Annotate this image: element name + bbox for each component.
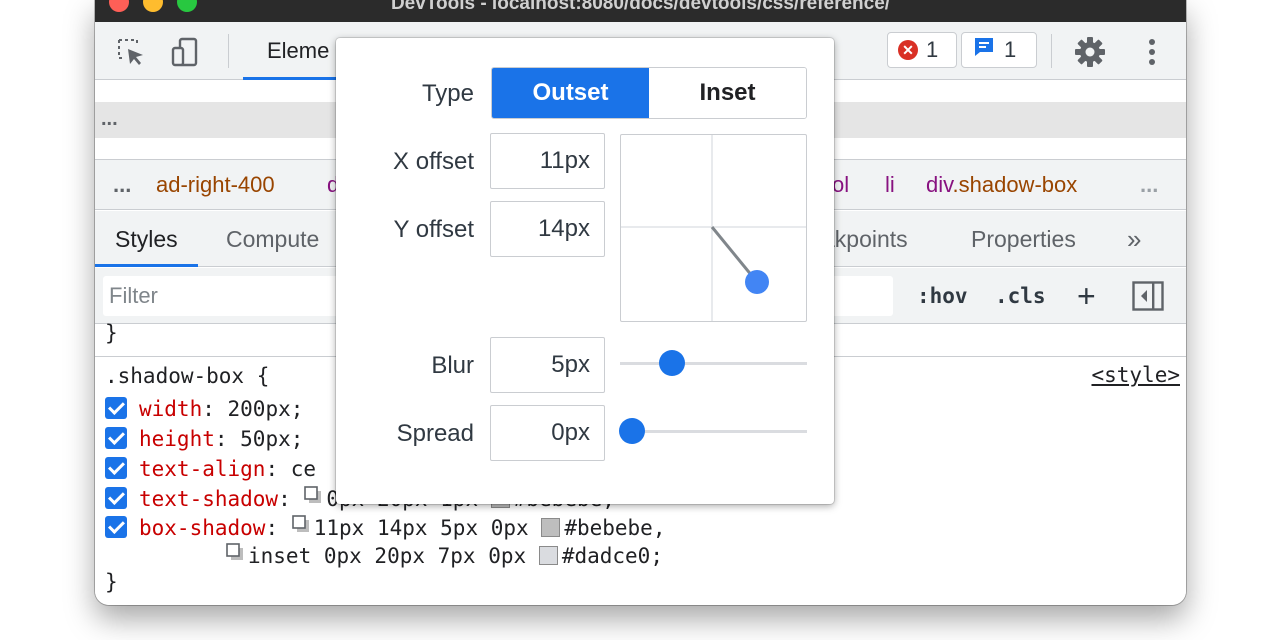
message-icon [972, 35, 996, 65]
property-value[interactable]: ce [291, 457, 316, 481]
breadcrumb-class: .shadow-box [952, 172, 1078, 197]
tab-styles[interactable]: Styles [95, 211, 198, 267]
declaration-checkbox[interactable] [105, 397, 127, 419]
toolbar-separator [1051, 34, 1052, 68]
property-name[interactable]: width [139, 397, 202, 421]
x-offset-input[interactable]: 11px [490, 133, 605, 189]
more-tabs-chevron-icon[interactable]: » [1127, 211, 1141, 267]
errors-count: 1 [926, 37, 939, 62]
blur-label: Blur [431, 352, 474, 379]
y-offset-input[interactable]: 14px [490, 201, 605, 257]
errors-badge[interactable]: ✕ 1 [887, 32, 957, 68]
y-offset-label: Y offset [393, 216, 474, 243]
blur-slider[interactable] [620, 362, 807, 365]
color-swatch[interactable] [541, 517, 561, 537]
tab-dom-breakpoints[interactable]: akpoints [822, 211, 908, 267]
property-value[interactable]: inset 0px 20px 7px 0px [248, 544, 526, 568]
shadow-type-toggle: Outset Inset [491, 67, 807, 119]
previous-rule-close: } [105, 321, 118, 345]
breadcrumb-item-ad-right[interactable]: ad-right-400 [156, 160, 275, 210]
shadow-editor-icon[interactable] [225, 541, 245, 570]
property-value[interactable]: 11px 14px 5px 0px [314, 516, 529, 540]
property-name[interactable]: height [139, 427, 215, 451]
declaration-width[interactable]: width: 200px; [105, 395, 303, 424]
declaration-text-align[interactable]: text-align: ce [105, 455, 316, 484]
outset-button[interactable]: Outset [492, 68, 649, 118]
kebab-menu-icon[interactable] [1147, 38, 1157, 71]
offset-handle [745, 270, 769, 294]
blur-input[interactable]: 5px [490, 337, 605, 393]
messages-badge[interactable]: 1 [961, 32, 1037, 68]
offset-vector-pad[interactable] [620, 134, 807, 322]
breadcrumb-leading-ellipsis[interactable]: ... [113, 160, 131, 210]
declaration-checkbox[interactable] [105, 516, 127, 538]
class-toggle[interactable]: .cls [995, 276, 1046, 316]
property-name[interactable]: box-shadow [139, 516, 265, 540]
new-style-rule-button[interactable]: + [1077, 276, 1096, 316]
device-toolbar-icon[interactable] [169, 36, 201, 73]
property-name[interactable]: text-align [139, 457, 265, 481]
messages-count: 1 [1004, 37, 1017, 62]
title-bar: DevTools - localhost:8080/docs/devtools/… [95, 0, 1186, 22]
error-icon: ✕ [898, 40, 918, 60]
hover-state-toggle[interactable]: :hov [917, 276, 968, 316]
color-swatch[interactable] [538, 545, 558, 565]
spread-slider[interactable] [620, 430, 807, 433]
settings-gear-icon[interactable] [1073, 35, 1107, 74]
inset-button[interactable]: Inset [649, 68, 806, 118]
breadcrumb-item-ol[interactable]: ol [832, 160, 849, 210]
breadcrumb-tag: div [926, 172, 953, 197]
spread-input[interactable]: 0px [490, 405, 605, 461]
declaration-checkbox[interactable] [105, 427, 127, 449]
rule-selector[interactable]: .shadow-box { [105, 362, 269, 391]
declaration-box-shadow[interactable]: box-shadow: 11px 14px 5px 0px #bebebe, [105, 514, 665, 543]
type-label: Type [421, 80, 474, 107]
x-offset-label: X offset [393, 148, 474, 175]
shadow-editor-icon[interactable] [303, 484, 323, 513]
dom-tree-ellipsis[interactable]: ... [101, 108, 118, 130]
property-value[interactable]: 200px; [228, 397, 304, 421]
shadow-editor-popup: Type Outset Inset X offset 11px Y offset… [336, 38, 834, 504]
blur-slider-thumb[interactable] [659, 350, 685, 376]
color-value[interactable]: #bebebe, [564, 516, 665, 540]
breadcrumb-trailing-ellipsis[interactable]: ... [1140, 160, 1158, 210]
spread-slider-thumb[interactable] [619, 418, 645, 444]
toolbar-separator [228, 34, 229, 68]
breadcrumb-item-div-shadow-box[interactable]: div.shadow-box [926, 160, 1077, 210]
style-source-link[interactable]: <style> [1091, 363, 1180, 387]
tab-properties[interactable]: Properties [971, 211, 1076, 267]
property-value[interactable]: 50px; [240, 427, 303, 451]
color-value[interactable]: #dadce0; [562, 544, 663, 568]
declaration-checkbox[interactable] [105, 457, 127, 479]
tab-computed[interactable]: Compute [226, 211, 319, 267]
box-shadow-second-layer[interactable]: inset 0px 20px 7px 0px #dadce0; [225, 542, 663, 571]
inspect-element-icon[interactable] [115, 36, 147, 73]
declaration-checkbox[interactable] [105, 487, 127, 509]
window-title: DevTools - localhost:8080/docs/devtools/… [390, 0, 891, 14]
property-name[interactable]: text-shadow [139, 487, 278, 511]
toggle-sidebar-icon[interactable] [1132, 281, 1164, 316]
spread-label: Spread [396, 420, 474, 447]
shadow-editor-icon[interactable] [291, 513, 311, 542]
breadcrumb-item-li[interactable]: li [885, 160, 895, 210]
declaration-height[interactable]: height: 50px; [105, 425, 303, 454]
rule-close: } [105, 570, 118, 594]
